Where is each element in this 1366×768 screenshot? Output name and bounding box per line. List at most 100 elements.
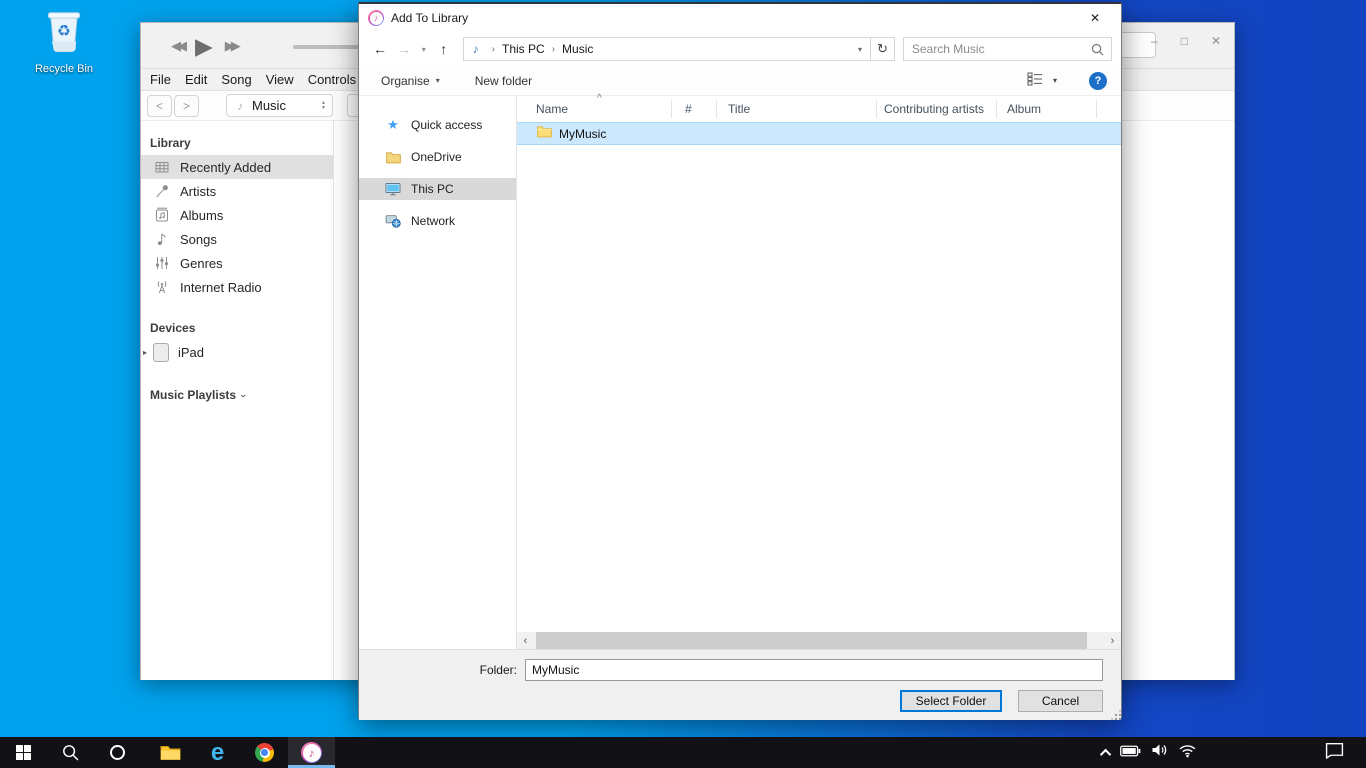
scroll-left-icon[interactable]: ‹: [517, 632, 534, 649]
minimize-icon[interactable]: –: [1151, 34, 1158, 48]
taskbar-search-button[interactable]: [47, 737, 94, 768]
wifi-icon[interactable]: [1178, 743, 1197, 763]
menu-controls[interactable]: Controls: [301, 72, 363, 87]
column-header-album[interactable]: Album: [997, 100, 1097, 118]
column-header-number[interactable]: #: [672, 100, 717, 118]
windows-logo-icon: [16, 745, 31, 760]
volume-icon[interactable]: [1150, 742, 1169, 763]
search-input[interactable]: [904, 38, 1111, 60]
breadcrumb-music[interactable]: Music: [562, 42, 593, 56]
recycle-bin-shortcut[interactable]: ♻ Recycle Bin: [22, 6, 106, 75]
grid-icon: [152, 159, 171, 175]
column-header-name[interactable]: Name: [517, 100, 672, 118]
devices-header: Devices: [141, 313, 333, 340]
cancel-button[interactable]: Cancel: [1018, 690, 1103, 712]
nav-history-chevron-icon[interactable]: ▾: [416, 45, 432, 54]
chevron-down-icon: ▾: [436, 76, 440, 85]
pane-item-quick-access[interactable]: ★ Quick access: [359, 114, 516, 136]
search-icon: [62, 744, 79, 761]
scrollbar-track[interactable]: [534, 632, 1104, 649]
dialog-footer: Folder: Select Folder Cancel: [359, 649, 1121, 720]
breadcrumb-this-pc[interactable]: This PC: [502, 42, 545, 56]
chrome-icon: [255, 743, 274, 762]
star-icon: ★: [384, 117, 402, 133]
help-button[interactable]: ?: [1089, 72, 1107, 90]
dialog-close-icon[interactable]: ✕: [1078, 4, 1112, 32]
itunes-back-button[interactable]: <: [147, 95, 172, 117]
fast-forward-icon[interactable]: ▶▶: [225, 38, 237, 54]
cortana-button[interactable]: [94, 737, 141, 768]
search-icon[interactable]: [1091, 43, 1104, 56]
select-folder-button[interactable]: Select Folder: [900, 690, 1002, 712]
maximize-icon[interactable]: □: [1181, 34, 1188, 48]
menu-song[interactable]: Song: [214, 72, 258, 87]
folder-icon: [537, 125, 552, 143]
itunes-taskbar-button[interactable]: ♪: [288, 737, 335, 768]
desktop: ♻ Recycle Bin ◀◀ ▶ ▶▶ – □ ✕ File Edit So…: [0, 0, 1366, 768]
file-list: ^ Name # Title Contributing artists Albu…: [517, 96, 1121, 649]
column-header-title[interactable]: Title: [717, 100, 877, 118]
menu-file[interactable]: File: [143, 72, 178, 87]
radio-tower-icon: [152, 279, 171, 295]
address-bar[interactable]: ♪ › This PC › Music ▾: [463, 37, 871, 61]
sidebar-item-ipad[interactable]: ▸ iPad: [141, 340, 333, 364]
folder-name-input[interactable]: [525, 659, 1103, 681]
recycle-bin-icon: ♻: [40, 6, 88, 56]
monitor-icon: [384, 182, 402, 196]
menu-view[interactable]: View: [259, 72, 301, 87]
start-button[interactable]: [0, 737, 47, 768]
itunes-transport-controls: ◀◀ ▶ ▶▶: [171, 23, 237, 69]
expander-icon[interactable]: ▸: [143, 348, 153, 357]
internet-explorer-button[interactable]: e: [194, 737, 241, 768]
search-box: [903, 37, 1112, 61]
music-playlists-header[interactable]: Music Playlists›: [141, 380, 333, 407]
horizontal-scrollbar[interactable]: ‹ ›: [517, 632, 1121, 649]
sidebar-item-internet-radio[interactable]: Internet Radio: [141, 275, 333, 299]
dialog-nav-pane: ★ Quick access OneDrive This PC: [359, 96, 517, 649]
sidebar-item-artists[interactable]: Artists: [141, 179, 333, 203]
close-icon[interactable]: ✕: [1211, 34, 1221, 48]
music-note-icon: ♪: [473, 42, 479, 56]
pane-item-network[interactable]: Network: [359, 210, 516, 232]
refresh-icon[interactable]: ↻: [870, 37, 895, 61]
battery-icon[interactable]: [1120, 744, 1141, 762]
taskbar: e ♪: [0, 737, 1366, 768]
add-to-library-dialog: ♪ Add To Library ✕ ← → ▾ ↑ ♪ › This PC ›…: [358, 2, 1122, 718]
sidebar-item-genres[interactable]: Genres: [141, 251, 333, 275]
volume-slider[interactable]: [293, 45, 368, 49]
tray-overflow-chevron-icon[interactable]: [1100, 748, 1111, 759]
pane-item-onedrive[interactable]: OneDrive: [359, 146, 516, 168]
sidebar-item-albums[interactable]: Albums: [141, 203, 333, 227]
nav-up-icon[interactable]: ↑: [432, 41, 456, 57]
pane-item-this-pc[interactable]: This PC: [359, 178, 516, 200]
itunes-app-icon: ♪: [368, 10, 384, 26]
chrome-button[interactable]: [241, 737, 288, 768]
nav-forward-icon[interactable]: →: [392, 41, 416, 57]
network-icon: [384, 214, 402, 228]
media-kind-selector[interactable]: ♪ Music ▴▾: [226, 94, 333, 117]
itunes-caption-buttons: – □ ✕: [1151, 34, 1221, 48]
album-icon: [152, 207, 171, 223]
file-row-mymusic[interactable]: MyMusic: [517, 122, 1121, 145]
new-folder-button[interactable]: New folder: [475, 74, 532, 88]
scrollbar-thumb[interactable]: [536, 632, 1087, 649]
nav-back-icon[interactable]: ←: [368, 41, 392, 57]
scroll-right-icon[interactable]: ›: [1104, 632, 1121, 649]
onedrive-folder-icon: [384, 151, 402, 164]
column-header-contributing-artists[interactable]: Contributing artists: [877, 100, 997, 118]
breadcrumb-separator: ›: [492, 44, 495, 55]
organise-button[interactable]: Organise ▾: [381, 74, 440, 88]
file-explorer-button[interactable]: [147, 737, 194, 768]
music-note-icon: ♪: [237, 99, 243, 113]
view-mode-icon[interactable]: [1027, 72, 1043, 89]
sidebar-item-songs[interactable]: Songs: [141, 227, 333, 251]
action-center-icon[interactable]: [1325, 742, 1344, 764]
rewind-icon[interactable]: ◀◀: [171, 38, 183, 54]
address-dropdown-icon[interactable]: ▾: [858, 45, 862, 54]
view-mode-chevron-icon[interactable]: ▾: [1053, 76, 1057, 85]
menu-edit[interactable]: Edit: [178, 72, 214, 87]
itunes-forward-button[interactable]: >: [174, 95, 199, 117]
resize-grip[interactable]: [1115, 714, 1117, 716]
play-icon[interactable]: ▶: [195, 35, 213, 58]
sidebar-item-recently-added[interactable]: Recently Added: [141, 155, 333, 179]
